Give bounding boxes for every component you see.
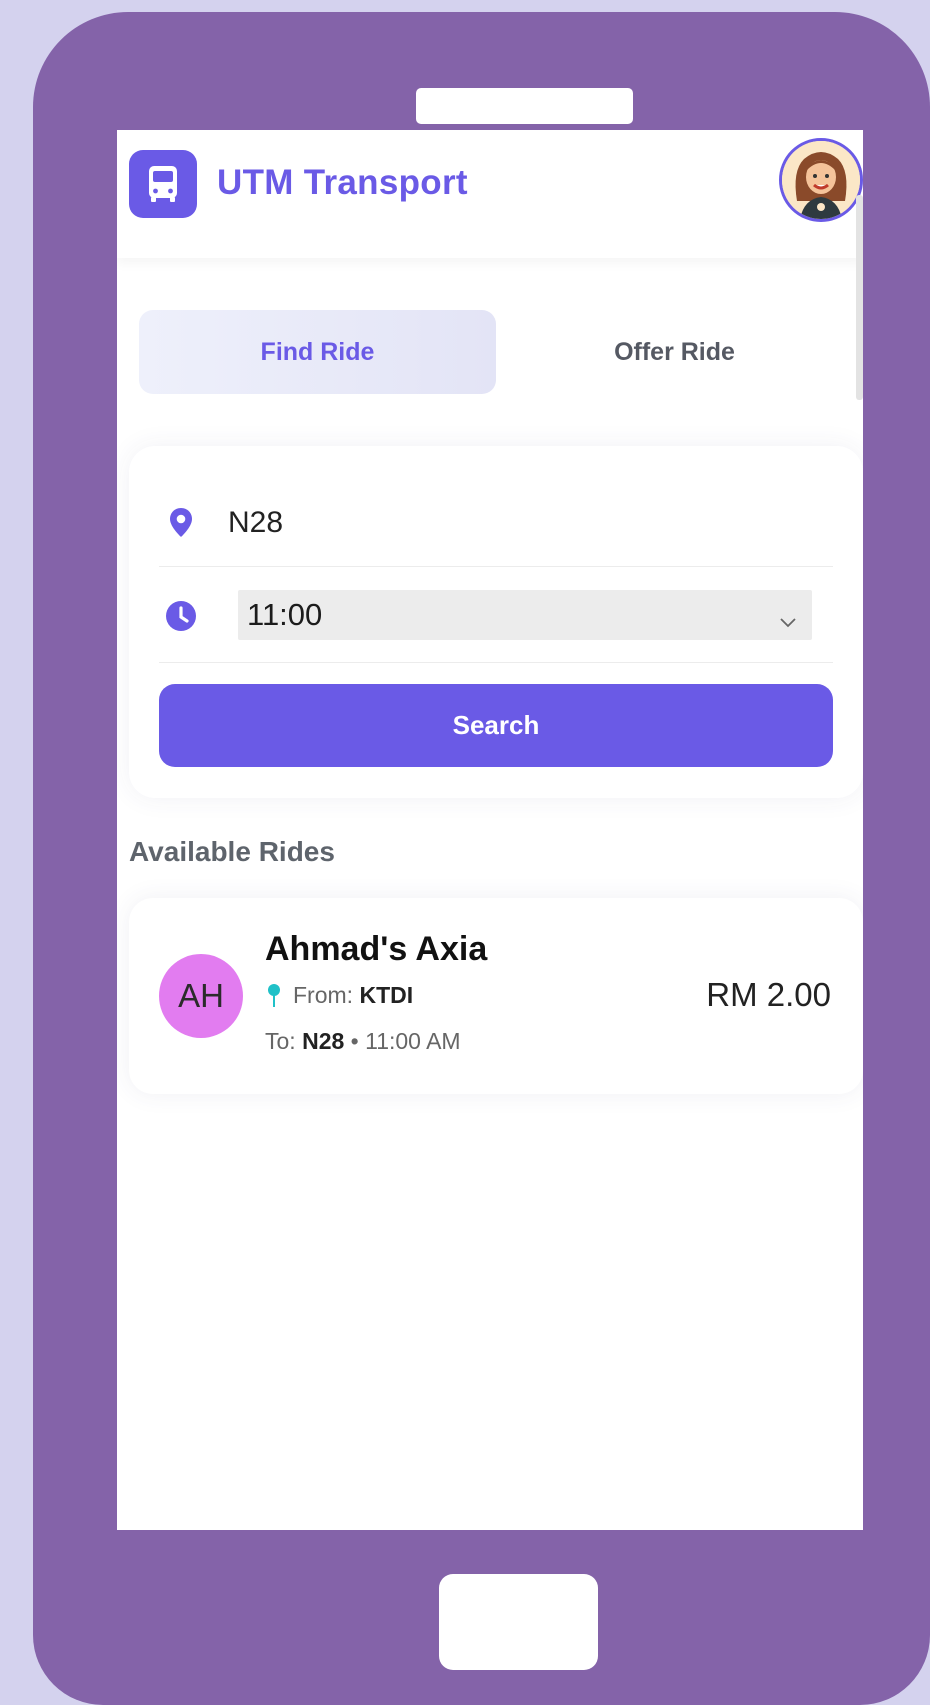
ride-mode-tabs: Find Ride Offer Ride xyxy=(139,310,839,394)
bus-icon xyxy=(129,150,197,218)
ride-from-value: KTDI xyxy=(359,982,414,1008)
app-title: UTM Transport xyxy=(217,163,468,202)
ride-to: To: N28 • 11:00 AM xyxy=(265,1028,461,1055)
search-button[interactable]: Search xyxy=(159,684,833,767)
map-pin-icon xyxy=(165,506,197,538)
chevron-down-icon xyxy=(778,604,798,628)
tab-offer-ride[interactable]: Offer Ride xyxy=(496,310,853,394)
time-select[interactable]: 11:00 xyxy=(238,590,812,640)
ride-to-label: To: xyxy=(265,1028,296,1054)
phone-home-button xyxy=(439,1574,598,1670)
ride-to-value: N28 xyxy=(302,1028,345,1054)
driver-avatar: AH xyxy=(159,954,243,1038)
pushpin-icon xyxy=(265,983,283,1009)
location-input[interactable]: N28 xyxy=(228,506,283,540)
scrollbar[interactable] xyxy=(856,195,863,400)
tab-find-ride[interactable]: Find Ride xyxy=(139,310,496,394)
app-screen: UTM Transport Find Ride Offer Ride N28 1… xyxy=(117,130,863,1530)
ride-time: • 11:00 AM xyxy=(350,1028,461,1054)
time-select-value: 11:00 xyxy=(247,597,323,632)
app-header: UTM Transport xyxy=(117,130,863,258)
phone-speaker xyxy=(416,88,633,124)
available-rides-title: Available Rides xyxy=(129,836,335,867)
divider xyxy=(159,566,833,567)
ride-from: From: KTDI xyxy=(265,982,413,1009)
ride-from-label: From: xyxy=(293,982,354,1008)
user-avatar[interactable] xyxy=(779,138,863,222)
divider xyxy=(159,662,833,663)
ride-price: RM 2.00 xyxy=(706,976,831,1013)
clock-icon xyxy=(165,600,197,632)
ride-title: Ahmad's Axia xyxy=(265,930,488,968)
